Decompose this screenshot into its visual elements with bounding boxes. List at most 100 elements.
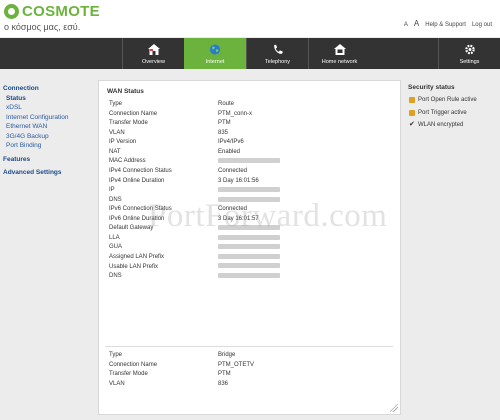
redacted-value xyxy=(218,196,280,202)
row-label: Usable LAN Prefix xyxy=(109,263,159,270)
security-item-port-open: Port Open Rule active xyxy=(408,96,498,109)
redacted-value xyxy=(218,263,280,269)
security-item-label: WLAN encrypted xyxy=(418,122,464,128)
table-row: Transfer Mode PTM xyxy=(109,119,389,129)
help-link[interactable]: Help & Support xyxy=(425,22,466,28)
lock-icon xyxy=(409,109,415,116)
row-value xyxy=(218,243,280,253)
tab-label: Internet xyxy=(205,59,225,65)
row-label: Connection Name xyxy=(109,361,158,368)
sidebar-item-3g4g-backup[interactable]: 3G/4G Backup xyxy=(3,132,93,142)
tab-label: Settings xyxy=(459,59,480,65)
row-value: Enabled xyxy=(218,148,241,155)
row-value: Route xyxy=(218,101,235,107)
table-row: Type Bridge xyxy=(109,351,389,361)
table-row: DNS xyxy=(109,196,389,206)
row-value xyxy=(218,263,280,273)
resize-handle-icon[interactable] xyxy=(390,404,398,412)
table-row: Default Gateway xyxy=(109,224,389,234)
redacted-value xyxy=(218,234,280,240)
redacted-value xyxy=(218,225,280,231)
row-label: NAT xyxy=(109,148,121,155)
row-label: IP Version xyxy=(109,139,137,146)
security-item-label: Port Open Rule active xyxy=(418,97,477,103)
panel-title: WAN Status xyxy=(107,88,144,95)
row-label: Connection Name xyxy=(109,110,158,117)
table-row: DNS xyxy=(109,272,389,282)
font-size-small-link[interactable]: A xyxy=(404,22,408,28)
tab-internet[interactable]: Internet xyxy=(184,38,246,69)
font-size-large-link[interactable]: A xyxy=(414,19,419,28)
top-links: A A Help & Support Log out xyxy=(404,19,492,28)
row-label: IPv6 Connection Status xyxy=(109,206,172,213)
row-label: MAC Address xyxy=(109,158,146,165)
tab-overview[interactable]: Overview xyxy=(122,38,184,69)
sidebar-item-xdsl[interactable]: xDSL xyxy=(3,103,93,113)
row-value: Bridge xyxy=(218,352,236,358)
lock-icon xyxy=(409,97,415,103)
globe-icon xyxy=(209,44,221,55)
row-value: 836 xyxy=(218,380,229,387)
row-value: PTM xyxy=(218,371,231,378)
row-label: IPv4 Connection Status xyxy=(109,167,172,174)
row-value: Connected xyxy=(218,206,248,213)
sidebar-item-status[interactable]: Status xyxy=(3,94,93,104)
table-row: Usable LAN Prefix xyxy=(109,263,389,273)
row-label: DNS xyxy=(109,196,122,203)
logo-icon xyxy=(4,4,19,19)
security-item-port-trigger: Port Trigger active xyxy=(408,109,498,122)
row-value xyxy=(218,234,280,244)
redacted-value xyxy=(218,186,280,192)
row-label: VLAN xyxy=(109,380,125,387)
tab-label: Telephony xyxy=(264,59,291,65)
table-row: IPv4 Online Duration 3 Day 16:01:56 xyxy=(109,177,389,187)
security-item-wlan: ✔ WLAN encrypted xyxy=(408,121,498,134)
security-item-label: Port Trigger active xyxy=(418,109,467,116)
tab-home-network[interactable]: Home network xyxy=(308,38,370,69)
table-row: Assigned LAN Prefix xyxy=(109,253,389,263)
home-icon xyxy=(147,44,160,55)
sidebar-item-advanced-settings[interactable]: Advanced Settings xyxy=(3,168,93,178)
row-label: Type xyxy=(109,101,123,107)
security-title: Security status xyxy=(408,84,455,91)
table-row: IP xyxy=(109,186,389,196)
row-value xyxy=(218,272,280,282)
checkmark-icon: ✔ xyxy=(409,121,415,128)
cosmote-logo[interactable]: COSMOTE xyxy=(4,3,100,20)
sidebar-item-internet-configuration[interactable]: Internet Configuration xyxy=(3,113,93,123)
sidebar-item-features[interactable]: Features xyxy=(3,155,93,165)
row-value xyxy=(218,224,280,234)
row-label: GUA xyxy=(109,244,123,251)
home-network-icon xyxy=(333,44,346,55)
tab-settings[interactable]: Settings xyxy=(438,38,500,69)
row-value: PTM xyxy=(218,120,231,127)
table-row: IP Version IPv4/IPv6 xyxy=(109,138,389,148)
security-status: Security status Port Open Rule active Po… xyxy=(408,84,498,134)
sidebar-item-port-binding[interactable]: Port Binding xyxy=(3,141,93,151)
header: COSMOTE ο κόσμος μας, εσύ. A A Help & Su… xyxy=(0,0,500,37)
table-row: LLA xyxy=(109,234,389,244)
row-label: Assigned LAN Prefix xyxy=(109,254,165,260)
phone-icon xyxy=(273,44,283,54)
logout-link[interactable]: Log out xyxy=(472,22,492,28)
row-value xyxy=(218,186,280,196)
brand-name: COSMOTE xyxy=(22,3,100,20)
table-row: GUA xyxy=(109,243,389,253)
redacted-value xyxy=(218,158,280,164)
table-row: Type Route xyxy=(109,100,389,110)
divider xyxy=(105,346,393,347)
sidebar-item-connection[interactable]: Connection xyxy=(3,84,93,94)
sidebar-item-ethernet-wan[interactable]: Ethernet WAN xyxy=(3,122,93,132)
table-row: MAC Address xyxy=(109,157,389,167)
row-value: 3 Day 16:01:57 xyxy=(218,215,259,222)
wan-table-bridge: Type Bridge Connection Name PTM_OTETV Transf… xyxy=(109,351,389,389)
row-label: LLA xyxy=(109,234,120,241)
table-row: Transfer Mode PTM xyxy=(109,370,389,380)
row-label: Transfer Mode xyxy=(109,120,148,127)
row-value: IPv4/IPv6 xyxy=(218,139,244,146)
row-value: PTM_OTETV xyxy=(218,361,255,368)
tab-telephony[interactable]: Telephony xyxy=(246,38,308,69)
redacted-value xyxy=(218,273,280,279)
wan-table-route: Type Route Connection Name PTM_conn-x Transf… xyxy=(109,100,389,282)
row-label: DNS xyxy=(109,273,122,280)
